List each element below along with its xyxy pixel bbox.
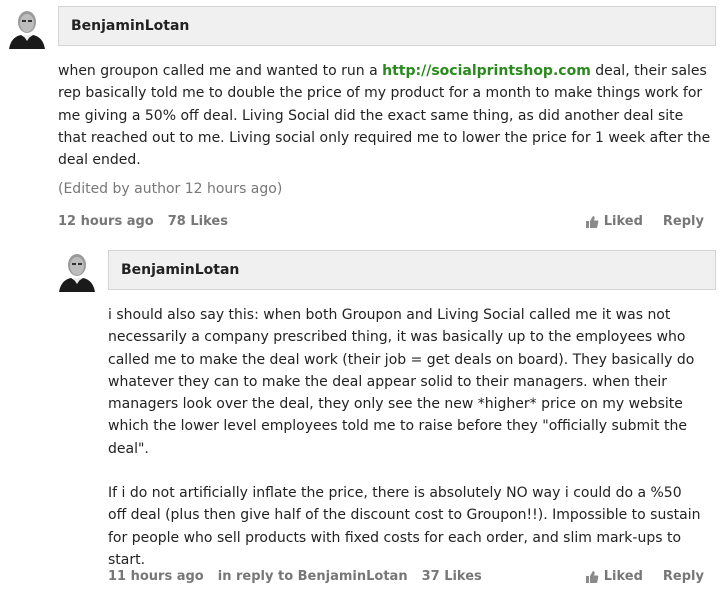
avatar[interactable] [55,248,99,292]
comment-meta: 12 hours ago 78 Likes [58,214,228,229]
liked-label: Liked [603,214,643,229]
like-count[interactable]: 37 Likes [422,569,482,584]
in-reply-to-link[interactable]: in reply to BenjaminLotan [218,569,408,584]
comment-actions: Liked Reply [585,214,704,229]
comment-text: when groupon called me and wanted to run… [58,63,383,79]
author-name[interactable]: BenjaminLotan [121,262,239,278]
reply-button[interactable]: Reply [663,214,704,229]
author-header: BenjaminLotan [108,250,716,290]
liked-button[interactable]: Liked [585,569,643,584]
timestamp[interactable]: 12 hours ago [58,214,154,229]
comment-meta: 11 hours ago in reply to BenjaminLotan 3… [108,569,482,584]
comment-paragraph: If i do not artificially inflate the pri… [108,485,701,568]
comment-link[interactable]: http://socialprintshop.com [382,63,591,79]
liked-button[interactable]: Liked [585,214,643,229]
thumbs-up-icon [585,570,599,583]
reply-button[interactable]: Reply [663,569,704,584]
comment-body: i should also say this: when both Groupo… [108,304,702,571]
edited-note: (Edited by author 12 hours ago) [58,181,283,197]
author-header: BenjaminLotan [58,6,716,46]
author-name[interactable]: BenjaminLotan [71,18,189,34]
comment-body: when groupon called me and wanted to run… [58,60,716,171]
timestamp[interactable]: 11 hours ago [108,569,204,584]
comment-paragraph: i should also say this: when both Groupo… [108,307,695,457]
like-count[interactable]: 78 Likes [168,214,228,229]
avatar[interactable] [5,5,49,49]
thumbs-up-icon [585,215,599,228]
comment-actions: Liked Reply [585,569,704,584]
liked-label: Liked [603,569,643,584]
